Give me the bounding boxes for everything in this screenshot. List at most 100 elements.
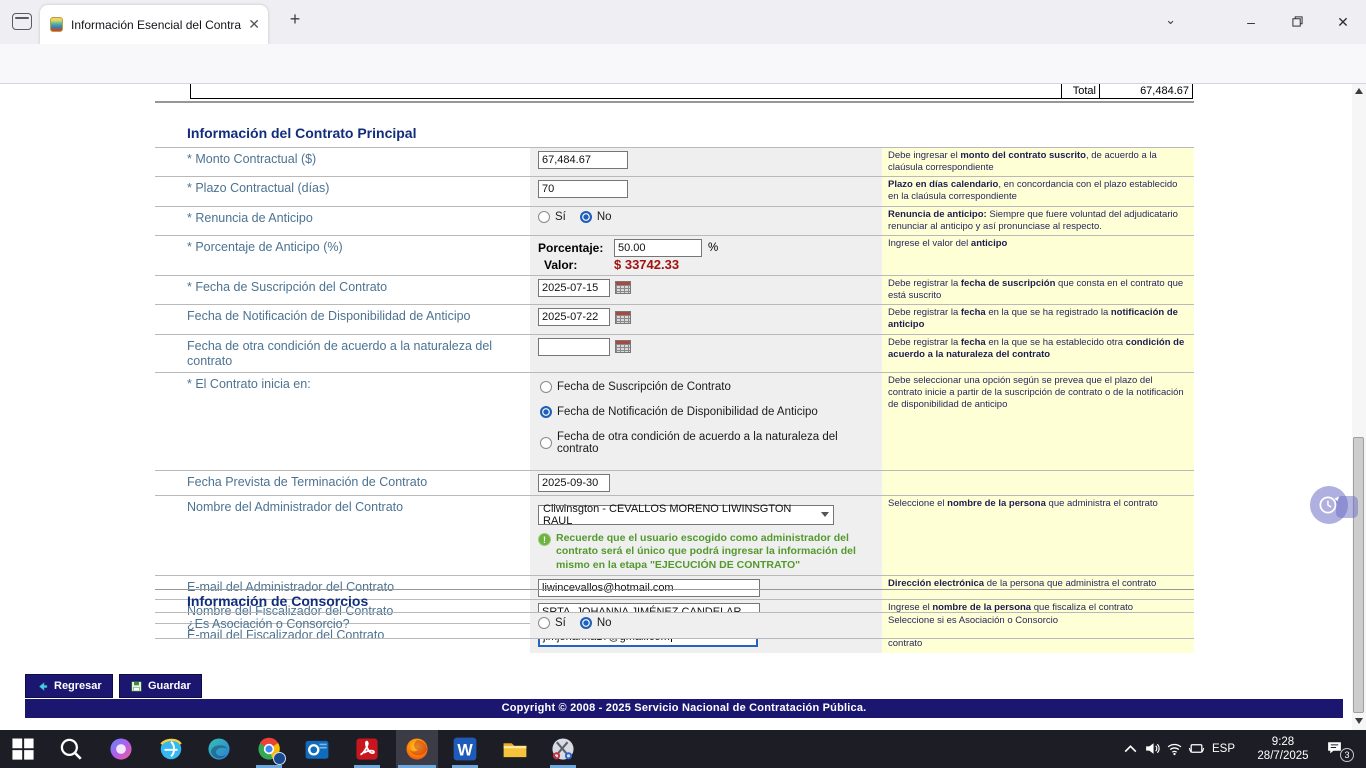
text-input[interactable] — [538, 338, 610, 356]
porcentaje-label: Porcentaje: — [538, 241, 608, 255]
radio-button[interactable] — [580, 211, 592, 223]
field-label: ¿Es Asociación o Consorcio? — [155, 613, 530, 638]
profile-badge-icon — [273, 752, 286, 765]
radio-option[interactable]: Fecha de otra condición de acuerdo a la … — [540, 431, 882, 455]
form-row: * Porcentaje de Anticipo (%)Porcentaje:5… — [155, 235, 1194, 275]
field-help: Debe registrar la fecha de suscripción q… — [882, 276, 1194, 304]
calendar-icon[interactable] — [615, 311, 631, 324]
field-help: Debe ingresar el monto del contrato susc… — [882, 148, 1194, 176]
text-input[interactable]: 50.00 — [614, 239, 702, 257]
field-control — [530, 335, 882, 372]
text-input[interactable]: liwincevallos@hotmail.com — [538, 579, 760, 597]
field-help: Debe registrar la fecha en la que se ha … — [882, 305, 1194, 333]
tab-close-icon[interactable]: ✕ — [248, 16, 260, 33]
form-row: * Monto Contractual ($)67,484.67Debe ing… — [155, 147, 1194, 176]
language-indicator[interactable]: ESP — [1212, 743, 1235, 755]
calendar-icon[interactable] — [615, 281, 631, 294]
field-control: Sí No — [530, 613, 882, 638]
guardar-button[interactable]: Guardar — [119, 674, 202, 698]
back-arrow-icon — [36, 680, 49, 693]
cast-screen-icon[interactable] — [1188, 740, 1205, 757]
scrollbar-thumb[interactable] — [1353, 437, 1364, 713]
radio-label: Fecha de otra condición de acuerdo a la … — [557, 431, 882, 455]
outlook-icon[interactable] — [304, 736, 330, 762]
field-label: * Renuncia de Anticipo — [155, 207, 530, 235]
field-control: liwincevallos@hotmail.com — [530, 576, 882, 599]
calendar-icon[interactable] — [615, 340, 631, 353]
radio-button[interactable] — [540, 437, 552, 449]
divider — [155, 101, 1194, 103]
text-input[interactable]: 2025-07-22 — [538, 308, 610, 326]
internet-explorer-icon[interactable] — [158, 736, 184, 762]
field-help: Debe seleccionar una opción según se pre… — [882, 373, 1194, 470]
tab-bar: Información Esencial del Contra ✕ + ⌄ – … — [0, 0, 1366, 44]
text-input[interactable]: 67,484.67 — [538, 151, 628, 169]
regresar-button[interactable]: Regresar — [25, 674, 113, 698]
radio-label: No — [597, 211, 612, 223]
form-row: * Plazo Contractual (días)70Plazo en día… — [155, 176, 1194, 205]
radio-button[interactable] — [538, 211, 550, 223]
valor-line: Valor:$ 33742.33 — [538, 257, 882, 273]
radio-option[interactable]: No — [580, 211, 612, 223]
form-row: ¿Es Asociación o Consorcio?SíNoSeleccion… — [155, 612, 1194, 638]
radio-option[interactable]: Sí — [538, 211, 566, 223]
radio-option[interactable]: Fecha de Suscripción de Contrato — [540, 381, 882, 393]
chrome-icon[interactable] — [256, 736, 282, 762]
start-icon[interactable] — [10, 736, 36, 762]
total-label: Total — [1061, 84, 1099, 98]
valor-label: Valor: — [538, 258, 608, 272]
clock-datetime[interactable]: 9:28 28/7/2025 — [1246, 735, 1320, 763]
copilot-icon[interactable] — [108, 736, 134, 762]
scroll-down-arrow-icon[interactable] — [1355, 718, 1363, 724]
window-minimize-button[interactable]: – — [1228, 14, 1274, 30]
field-label: * Fecha de Suscripción del Contrato — [155, 276, 530, 304]
radio-button[interactable] — [540, 406, 552, 418]
field-label: Fecha de Notificación de Disponibilidad … — [155, 305, 530, 333]
text-input[interactable]: 70 — [538, 180, 628, 198]
acrobat-icon[interactable] — [354, 736, 380, 762]
field-control: 67,484.67 — [530, 148, 882, 176]
tab-title: Información Esencial del Contra — [71, 18, 242, 32]
form-row: Fecha de otra condición de acuerdo a la … — [155, 334, 1194, 372]
tray-chevron-up-icon[interactable] — [1122, 741, 1139, 758]
text-input[interactable]: 2025-09-30 — [538, 474, 610, 492]
firefox-view-icon[interactable] — [12, 13, 32, 30]
field-control: 2025-07-22 — [530, 305, 882, 333]
new-tab-button[interactable]: + — [282, 9, 308, 30]
administrator-select[interactable]: Cliwinsgton - CEVALLOS MORENO LIWINSGTON… — [538, 505, 834, 525]
total-value: 67,484.67 — [1099, 84, 1192, 98]
text-input[interactable]: 2025-07-15 — [538, 279, 610, 297]
admin-note: !Recuerde que el usuario escogido como a… — [538, 532, 878, 573]
firefox-icon[interactable] — [404, 736, 430, 762]
field-control: Cliwinsgton - CEVALLOS MORENO LIWINSGTON… — [530, 496, 882, 575]
radio-button[interactable] — [540, 381, 552, 393]
volume-icon[interactable] — [1144, 740, 1161, 757]
tab-list-chevron-icon[interactable]: ⌄ — [1165, 12, 1176, 28]
chevron-down-icon — [821, 512, 829, 517]
form-row: Fecha de Notificación de Disponibilidad … — [155, 304, 1194, 333]
field-help: Ingrese el valor del anticipo — [882, 236, 1194, 275]
radio-option[interactable]: No — [580, 617, 612, 629]
section-title-consorcios: Información de Consorcios — [187, 593, 368, 609]
window-restore-button[interactable] — [1274, 14, 1320, 30]
floating-clock-widget[interactable] — [1310, 486, 1348, 524]
percent-line: Porcentaje:50.00% — [538, 240, 882, 256]
scroll-up-arrow-icon[interactable] — [1355, 88, 1363, 94]
tab-favicon-ecuador-emblem-icon — [50, 17, 63, 32]
radio-button[interactable] — [538, 617, 550, 629]
window-close-button[interactable]: ✕ — [1320, 14, 1366, 31]
word-icon[interactable]: W — [452, 736, 478, 762]
radio-button[interactable] — [580, 617, 592, 629]
wifi-icon[interactable] — [1166, 740, 1183, 757]
field-help: Renuncia de anticipo: Siempre que fuere … — [882, 207, 1194, 235]
file-explorer-icon[interactable] — [502, 736, 528, 762]
snipping-tool-icon[interactable] — [550, 736, 576, 762]
search-icon[interactable] — [58, 736, 84, 762]
radio-option[interactable]: Fecha de Notificación de Disponibilidad … — [540, 406, 882, 418]
radio-label: Fecha de Notificación de Disponibilidad … — [557, 406, 818, 418]
radio-option[interactable]: Sí — [538, 617, 566, 629]
form-row: * El Contrato inicia en:Fecha de Suscrip… — [155, 372, 1194, 470]
browser-tab[interactable]: Información Esencial del Contra ✕ — [40, 5, 268, 44]
edge-icon[interactable] — [206, 736, 232, 762]
radio-label: No — [597, 617, 612, 629]
